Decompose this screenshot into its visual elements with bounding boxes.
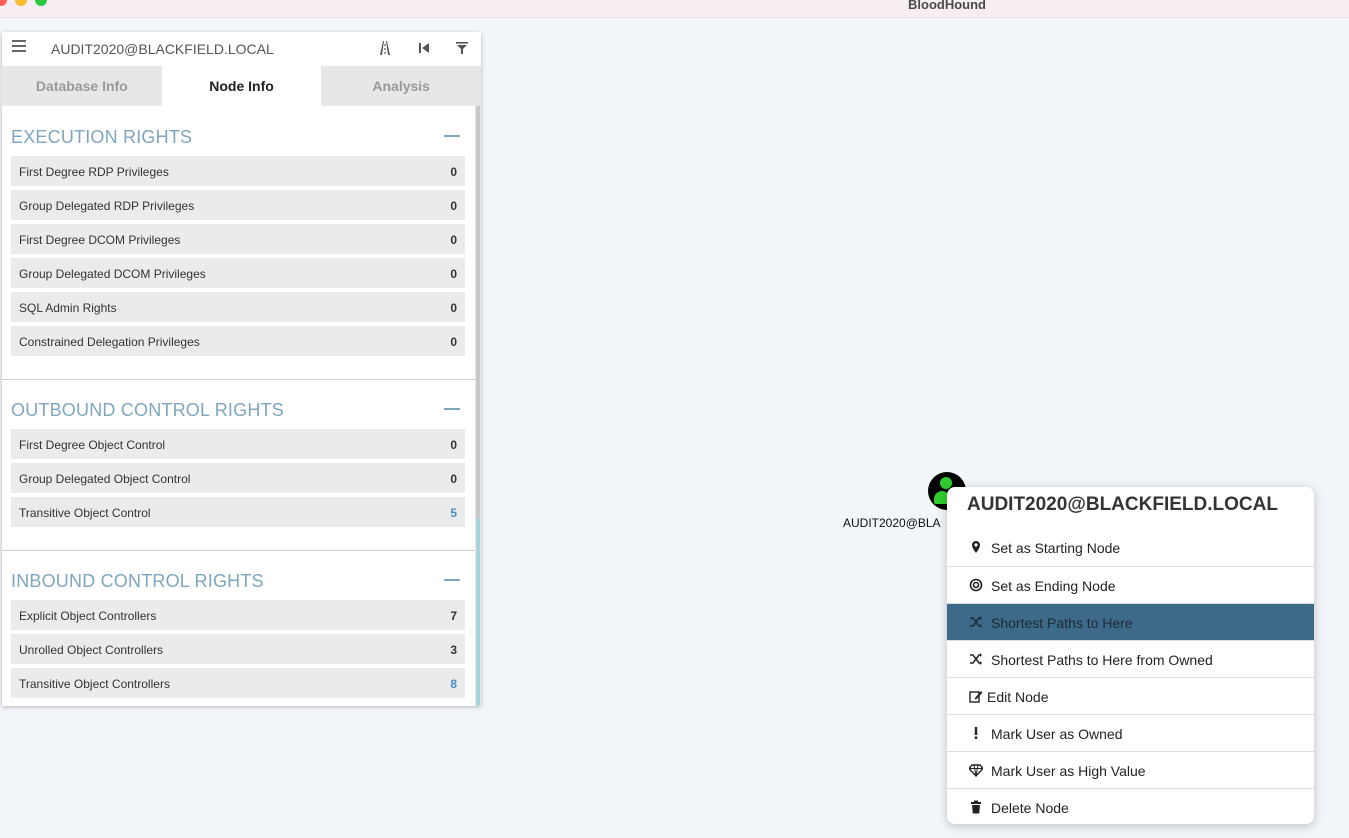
mark-user-high-value-menu-item[interactable]: Mark User as High Value [947, 751, 1314, 788]
list-item[interactable]: First Degree Object Control 0 [11, 429, 465, 461]
list-item-count: 3 [450, 643, 457, 657]
trash-icon [971, 800, 981, 814]
list-item[interactable]: Unrolled Object Controllers 3 [11, 634, 465, 666]
list-item-label: Group Delegated Object Control [19, 472, 191, 486]
list-item[interactable]: Transitive Object Controllers 8 [11, 668, 465, 700]
shuffle-icon [970, 616, 982, 628]
exclamation-icon [974, 727, 978, 739]
list-item[interactable]: Group Delegated RDP Privileges 0 [11, 190, 465, 222]
search-bar: AUDIT2020@BLACKFIELD.LOCAL [2, 32, 481, 66]
list-item-count: 0 [450, 199, 457, 213]
section-title: INBOUND CONTROL RIGHTS [11, 571, 264, 591]
list-item[interactable]: Constrained Delegation Privileges 0 [11, 326, 465, 358]
list-item-count: 0 [450, 267, 457, 281]
list-item-count: 0 [450, 335, 457, 349]
menu-item-label: Mark User as High Value [991, 763, 1146, 779]
menu-item-label: Set as Starting Node [991, 540, 1121, 556]
context-menu-title: AUDIT2020@BLACKFIELD.LOCAL [967, 494, 1278, 515]
list-item[interactable]: Group Delegated Object Control 0 [11, 463, 465, 495]
menu-item-label: Set as Ending Node [991, 578, 1116, 594]
diamond-icon [969, 764, 983, 777]
menu-item-label: Edit Node [987, 689, 1049, 705]
shuffle-icon [970, 653, 982, 665]
menu-item-label: Mark User as Owned [991, 726, 1123, 742]
list-item-count: 0 [450, 301, 457, 315]
list-item-count-link[interactable]: 5 [450, 506, 457, 520]
node-label: AUDIT2020@BLA [843, 516, 941, 530]
list-item-label: Group Delegated RDP Privileges [19, 199, 195, 213]
menu-item-label: Shortest Paths to Here [991, 615, 1133, 631]
back-icon[interactable] [416, 40, 432, 56]
list-item-count: 0 [450, 438, 457, 452]
set-starting-node-menu-item[interactable]: Set as Starting Node [947, 529, 1314, 566]
list-item-label: SQL Admin Rights [19, 301, 117, 315]
filter-icon[interactable] [454, 40, 470, 56]
list-item[interactable]: Transitive Object Control 5 [11, 497, 465, 529]
list-item-count: 7 [450, 609, 457, 623]
mark-user-owned-menu-item[interactable]: Mark User as Owned [947, 714, 1314, 751]
list-item[interactable]: SQL Admin Rights 0 [11, 292, 465, 324]
panel-tabs: Database Info Node Info Analysis [2, 66, 481, 106]
list-item[interactable]: First Degree RDP Privileges 0 [11, 156, 465, 188]
scrollbar-thumb[interactable] [476, 518, 480, 706]
shortest-paths-to-here-menu-item[interactable]: Shortest Paths to Here [947, 603, 1314, 640]
list-item-label: First Degree RDP Privileges [19, 165, 169, 179]
section-divider [2, 550, 475, 551]
delete-node-menu-item[interactable]: Delete Node [947, 788, 1314, 824]
collapse-section-button[interactable] [444, 579, 460, 581]
list-item-label: Group Delegated DCOM Privileges [19, 267, 206, 281]
list-item-count: 0 [450, 233, 457, 247]
node-info-panel: AUDIT2020@BLACKFIELD.LOCAL Database Info… [2, 32, 481, 706]
window-titlebar: BloodHound [0, 0, 1349, 18]
tab-node-info[interactable]: Node Info [161, 66, 322, 106]
edit-node-menu-item[interactable]: Edit Node [947, 677, 1314, 714]
list-item[interactable]: Group Delegated DCOM Privileges 0 [11, 258, 465, 290]
list-item-count: 0 [450, 165, 457, 179]
list-item[interactable]: Explicit Object Controllers 7 [11, 600, 465, 632]
scrollbar-track [476, 106, 480, 518]
panel-scrollbar[interactable] [475, 106, 481, 706]
tab-analysis[interactable]: Analysis [321, 66, 481, 106]
list-item-label: First Degree Object Control [19, 438, 166, 452]
pathfinding-icon[interactable] [377, 40, 393, 56]
section-title: OUTBOUND CONTROL RIGHTS [11, 400, 284, 420]
edit-icon [969, 691, 983, 703]
tab-database-info[interactable]: Database Info [2, 66, 162, 106]
list-item-label: Transitive Object Controllers [19, 677, 170, 691]
node-info-content: EXECUTION RIGHTS First Degree RDP Privil… [2, 106, 481, 706]
collapse-section-button[interactable] [444, 135, 460, 137]
search-input[interactable]: AUDIT2020@BLACKFIELD.LOCAL [51, 41, 274, 57]
list-item-label: First Degree DCOM Privileges [19, 233, 181, 247]
list-item-label: Unrolled Object Controllers [19, 643, 164, 657]
section-title: EXECUTION RIGHTS [11, 127, 193, 147]
menu-item-label: Shortest Paths to Here from Owned [991, 652, 1213, 668]
target-icon [969, 578, 983, 592]
set-ending-node-menu-item[interactable]: Set as Ending Node [947, 566, 1314, 603]
list-item[interactable]: First Degree DCOM Privileges 0 [11, 224, 465, 256]
collapse-section-button[interactable] [444, 408, 460, 410]
shortest-paths-from-owned-menu-item[interactable]: Shortest Paths to Here from Owned [947, 640, 1314, 677]
window-title: BloodHound [908, 0, 986, 12]
section-divider [2, 379, 475, 380]
list-item-count-link[interactable]: 8 [450, 677, 457, 691]
list-item-label: Transitive Object Control [19, 506, 151, 520]
menu-item-label: Delete Node [991, 800, 1069, 816]
map-pin-icon [972, 541, 980, 553]
hamburger-menu-icon[interactable] [12, 40, 26, 54]
list-item-count: 0 [450, 472, 457, 486]
list-item-label: Constrained Delegation Privileges [19, 335, 200, 349]
node-context-menu: AUDIT2020@BLACKFIELD.LOCAL Set as Starti… [947, 487, 1314, 824]
list-item-label: Explicit Object Controllers [19, 609, 157, 623]
